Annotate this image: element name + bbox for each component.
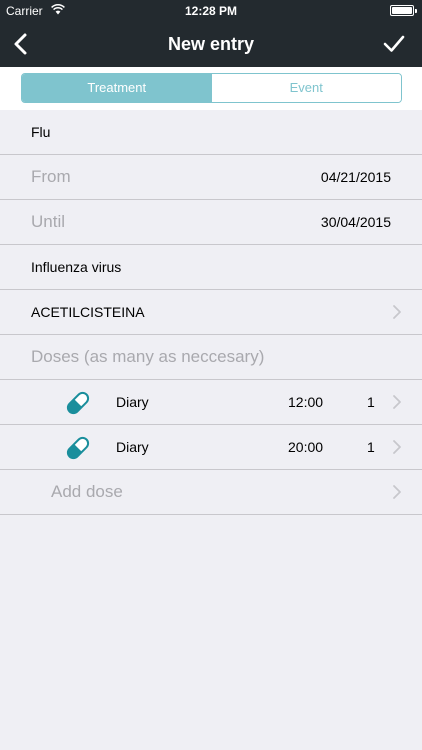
- doses-header: Doses (as many as neccesary): [0, 335, 422, 380]
- until-date-field[interactable]: Until 30/04/2015: [0, 200, 422, 245]
- cause-field[interactable]: Influenza virus: [0, 245, 422, 290]
- navigation-bar: New entry: [0, 22, 422, 67]
- chevron-right-icon: [393, 440, 401, 454]
- pill-icon: [66, 391, 90, 415]
- status-time: 12:28 PM: [184, 4, 238, 18]
- entry-form: Flu From 04/21/2015 Until 30/04/2015 Inf…: [0, 110, 422, 515]
- page-title: New entry: [167, 34, 255, 54]
- dose-time: 20:00: [288, 439, 324, 455]
- dose-quantity: 1: [367, 439, 375, 455]
- tab-treatment[interactable]: Treatment: [22, 74, 212, 102]
- medication-value: ACETILCISTEINA: [31, 304, 145, 320]
- dose-frequency: Diary: [116, 439, 149, 455]
- dose-row[interactable]: Diary 12:00 1: [0, 380, 422, 425]
- segmented-control: Treatment Event: [21, 73, 402, 103]
- until-label: Until: [31, 212, 66, 231]
- dose-frequency: Diary: [116, 394, 149, 410]
- add-dose-button[interactable]: Add dose: [0, 470, 422, 515]
- add-dose-label: Add dose: [51, 482, 123, 501]
- cause-value: Influenza virus: [31, 259, 122, 275]
- status-bar: Carrier 12:28 PM: [0, 0, 422, 22]
- checkmark-icon[interactable]: [378, 28, 410, 60]
- from-date-value: 04/21/2015: [320, 169, 391, 185]
- from-date-field[interactable]: From 04/21/2015: [0, 155, 422, 200]
- segment-bar: Treatment Event: [0, 67, 422, 110]
- chevron-right-icon: [393, 395, 401, 409]
- name-value: Flu: [31, 124, 51, 140]
- name-field[interactable]: Flu: [0, 110, 422, 155]
- pill-icon: [66, 436, 90, 460]
- battery-icon: [390, 5, 417, 16]
- dose-quantity: 1: [367, 394, 375, 410]
- from-label: From: [31, 167, 71, 186]
- dose-time: 12:00: [288, 394, 324, 410]
- dose-row[interactable]: Diary 20:00 1: [0, 425, 422, 470]
- until-date-value: 30/04/2015: [320, 214, 391, 230]
- medication-row[interactable]: ACETILCISTEINA: [0, 290, 422, 335]
- chevron-right-icon: [393, 485, 401, 499]
- chevron-right-icon: [393, 305, 401, 319]
- doses-label: Doses (as many as neccesary): [31, 347, 265, 366]
- tab-event[interactable]: Event: [211, 74, 401, 102]
- top-bar: Carrier 12:28 PM New entry: [0, 0, 422, 67]
